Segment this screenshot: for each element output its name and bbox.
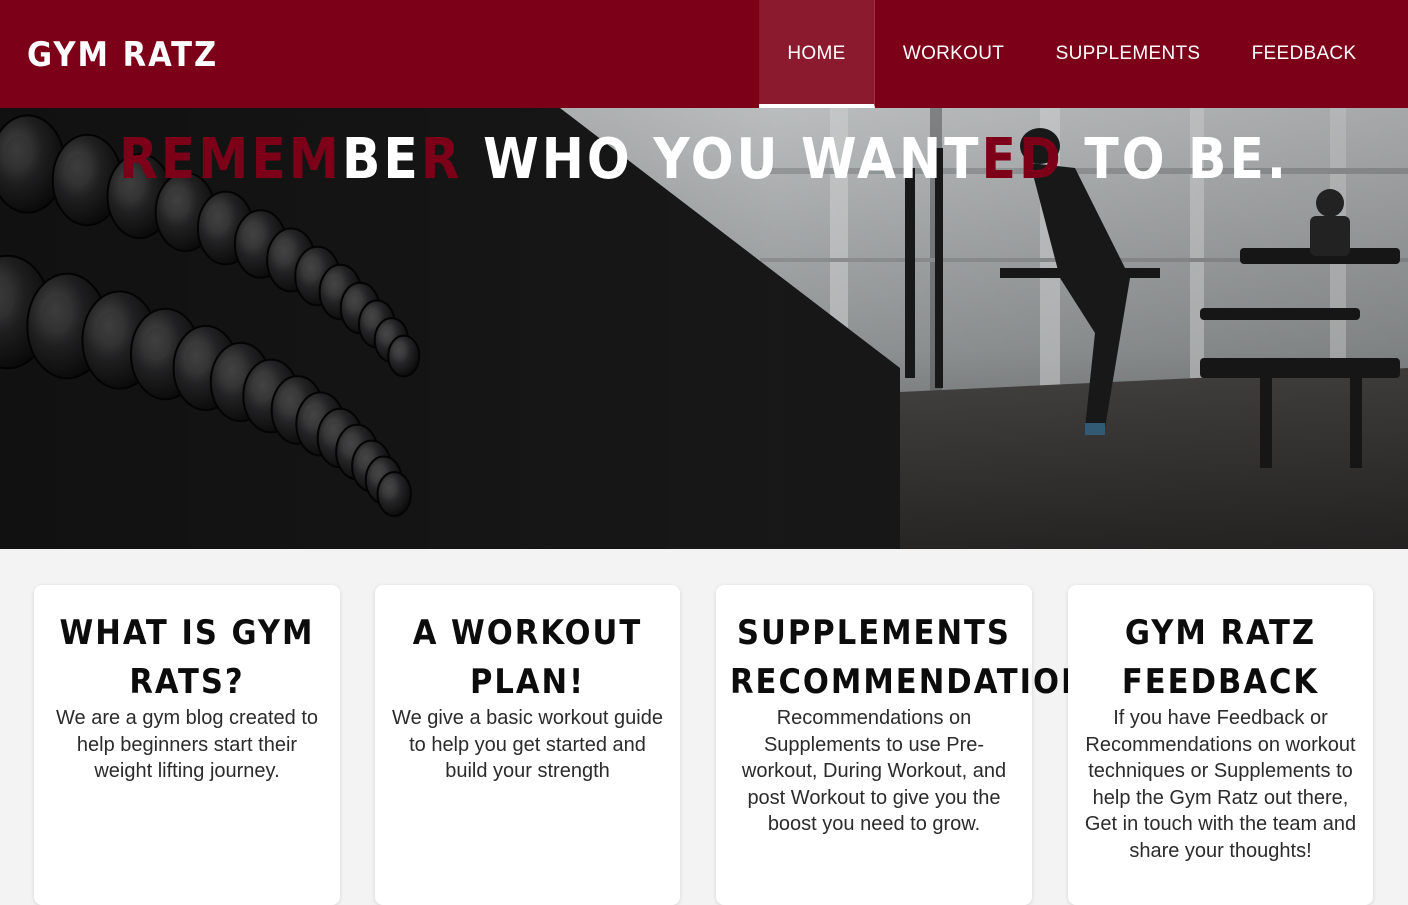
headline-part: BE	[341, 127, 421, 192]
card-text: We give a basic workout guide to help yo…	[392, 707, 663, 782]
nav-item-workout[interactable]: WORKOUT	[875, 0, 1032, 108]
headline-part: TO BE.	[1063, 127, 1290, 192]
nav-item-feedback[interactable]: FEEDBACK	[1224, 0, 1384, 108]
card-gym-ratz-feedback: GYM RATZ FEEDBACK If you have Feedback o…	[1068, 585, 1373, 905]
headline-part: REMEM	[118, 127, 342, 192]
card-text: We are a gym blog created to help beginn…	[56, 707, 318, 782]
card-title: SUPPLEMENTS RECOMMENDATION	[730, 613, 1089, 702]
card-title: WHAT IS GYM RATS?	[59, 613, 315, 702]
headline-part: WHO YOU WANT	[462, 127, 982, 192]
card-title: A WORKOUT PLAN!	[412, 613, 643, 702]
headline-part: ED	[981, 127, 1064, 192]
top-navbar: GYM RATZ HOME WORKOUT SUPPLEMENTS FEEDBA…	[0, 0, 1408, 108]
hero-banner: REMEMBER WHO YOU WANTED TO BE.	[0, 108, 1408, 549]
card-supplements-recommendation: SUPPLEMENTS RECOMMENDATION Recommendatio…	[716, 585, 1089, 905]
card-text: Recommendations on Supplements to use Pr…	[741, 707, 1007, 835]
nav-item-supplements[interactable]: SUPPLEMENTS	[1032, 0, 1224, 108]
card-workout-plan: A WORKOUT PLAN! We give a basic workout …	[375, 585, 680, 905]
brand-logo-link[interactable]: GYM RATZ	[27, 33, 218, 77]
main-nav: HOME WORKOUT SUPPLEMENTS FEEDBACK	[759, 0, 1384, 108]
card-what-is-gym-rats: WHAT IS GYM RATS? We are a gym blog crea…	[34, 585, 340, 905]
hero-headline: REMEMBER WHO YOU WANTED TO BE.	[0, 128, 1408, 192]
nav-item-home[interactable]: HOME	[759, 0, 875, 108]
card-title: GYM RATZ FEEDBACK	[1121, 613, 1320, 702]
headline-part: R	[420, 127, 463, 192]
card-text: If you have Feedback or Recommendations …	[1084, 707, 1357, 862]
